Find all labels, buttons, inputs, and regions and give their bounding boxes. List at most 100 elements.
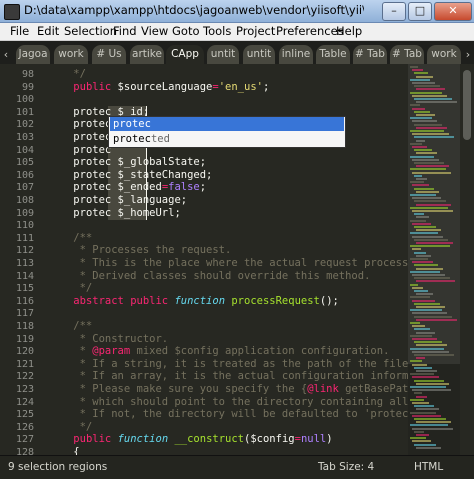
minimap-line [416, 190, 439, 193]
minimap-line [416, 331, 435, 334]
status-syntax[interactable]: HTML [414, 461, 443, 473]
tab-7[interactable]: untit [243, 45, 275, 64]
minimap-line [416, 139, 425, 142]
tab-10[interactable]: # Tab [353, 45, 387, 64]
code-line[interactable]: * If an array, it is the actual configur… [48, 370, 408, 383]
code-line[interactable]: abstract public function processRequest(… [48, 295, 339, 308]
minimap-line [414, 418, 446, 420]
code-line[interactable]: * If a string, it is treated as the path… [48, 358, 408, 371]
code-line[interactable]: protec [48, 131, 111, 144]
minimap-line [410, 117, 432, 120]
minimize-button[interactable]: – [382, 2, 406, 21]
menu-goto[interactable]: Goto [172, 24, 200, 38]
code-line[interactable]: * If not, the directory will be defaulte… [48, 408, 408, 421]
tab-8[interactable]: inline [279, 45, 313, 64]
code-line[interactable]: * @param mixed $config application confi… [48, 345, 390, 358]
tab-3[interactable]: # Us [92, 45, 126, 64]
minimap-line [412, 350, 449, 353]
tab-scroll-right-icon[interactable]: › [462, 45, 474, 64]
minimap-line [410, 437, 426, 440]
editor-area[interactable]: 98 99 100 101 102 103 104 105 106 107 108 109 110 111… [0, 64, 474, 455]
menu-project[interactable]: Project [236, 24, 275, 38]
code-line[interactable]: /** [48, 232, 92, 245]
code-line[interactable]: * Constructor. [48, 333, 169, 346]
minimap-line [414, 200, 446, 203]
code-line[interactable]: * This is the place where the actual req… [48, 257, 408, 270]
code-line[interactable]: * Derived classes should override this m… [48, 270, 371, 283]
line-number: 126 [15, 421, 34, 433]
minimap-line [414, 366, 432, 369]
menu-help[interactable]: Help [336, 24, 362, 38]
menu-tools[interactable]: Tools [203, 24, 231, 38]
tab-12[interactable]: work [427, 45, 461, 64]
line-number: 117 [15, 308, 34, 320]
code-line[interactable]: * Processes the request. [48, 244, 232, 257]
tab-4[interactable]: artike [130, 45, 164, 64]
code-line[interactable]: * Please make sure you specify the {@lin… [48, 383, 408, 396]
code-line[interactable]: protec $_ended=false; [48, 181, 206, 194]
vertical-scrollbar[interactable] [460, 64, 474, 455]
minimap-line [416, 421, 451, 424]
minimap-line [410, 104, 420, 107]
window-title: D:\data\xampp\xampp\htdocs\jagoanweb\ven… [24, 3, 364, 17]
code-line[interactable]: * which should point to the directory co… [48, 396, 408, 409]
tab-1[interactable]: Jagoa [16, 45, 50, 64]
minimap-line [414, 149, 432, 152]
minimap-line [410, 424, 448, 427]
minimap-line [412, 440, 431, 443]
code-line[interactable]: public function __construct($config=null… [48, 433, 332, 446]
close-button[interactable]: ✕ [434, 2, 472, 21]
line-number: 106 [15, 169, 34, 181]
minimap-line [412, 69, 423, 72]
minimap-line [412, 376, 439, 379]
tab-active[interactable]: CApp [166, 45, 204, 64]
tab-2[interactable]: work [54, 45, 88, 64]
minimap-line [414, 98, 452, 100]
code-line[interactable]: public $sourceLanguage='en_us'; [48, 81, 269, 94]
minimap-line [414, 226, 436, 228]
line-number: 125 [15, 409, 34, 421]
code-line[interactable]: protec $_homeUrl; [48, 207, 180, 220]
line-number: 98 [21, 69, 34, 80]
minimap-line [414, 328, 430, 331]
line-number: 124 [15, 396, 34, 408]
minimap-line [416, 75, 433, 78]
code-line[interactable]: protec [48, 144, 111, 157]
minimap-line [416, 306, 445, 308]
tab-6[interactable]: untit [207, 45, 239, 64]
autocomplete-selected-item[interactable]: protec [110, 117, 344, 131]
code-line[interactable]: */ [48, 421, 93, 434]
code-line[interactable]: */ [48, 282, 93, 295]
code-line[interactable]: protec [48, 118, 111, 131]
menu-preferences[interactable]: Preferences [276, 24, 344, 38]
minimap-line [414, 379, 444, 382]
code-line[interactable]: { [48, 446, 79, 455]
status-tab-size[interactable]: Tab Size: 4 [318, 461, 374, 473]
code-line[interactable]: /** [48, 320, 92, 333]
code-line[interactable]: protec $_globalState; [48, 156, 206, 169]
minimap-line [410, 181, 424, 184]
menu-find[interactable]: Find [113, 24, 137, 38]
tab-9[interactable]: Table [316, 45, 350, 64]
minimap-line [412, 363, 427, 366]
menu-selection[interactable]: Selection [64, 24, 117, 38]
code-line[interactable]: protec $_stateChanged; [48, 169, 212, 182]
code-line[interactable]: protec $_language; [48, 194, 187, 207]
minimap-line [416, 267, 443, 270]
minimap-line [410, 232, 438, 235]
menu-edit[interactable]: Edit [37, 24, 59, 38]
tab-11[interactable]: # Tab [390, 45, 424, 64]
minimap-line [410, 194, 436, 196]
maximize-button[interactable]: □ [408, 2, 432, 21]
minimap-line [416, 357, 425, 360]
menu-view[interactable]: View [141, 24, 168, 38]
tab-scroll-left-icon[interactable]: ‹ [0, 45, 12, 64]
minimap[interactable] [408, 64, 460, 455]
autocomplete-option[interactable]: protected [110, 132, 344, 146]
minimap-line [410, 168, 446, 171]
minimap-line [416, 114, 435, 116]
minimap-line [410, 360, 422, 363]
code-line[interactable]: */ [48, 68, 86, 81]
scrollbar-thumb[interactable] [463, 70, 471, 140]
menu-file[interactable]: File [10, 24, 29, 38]
